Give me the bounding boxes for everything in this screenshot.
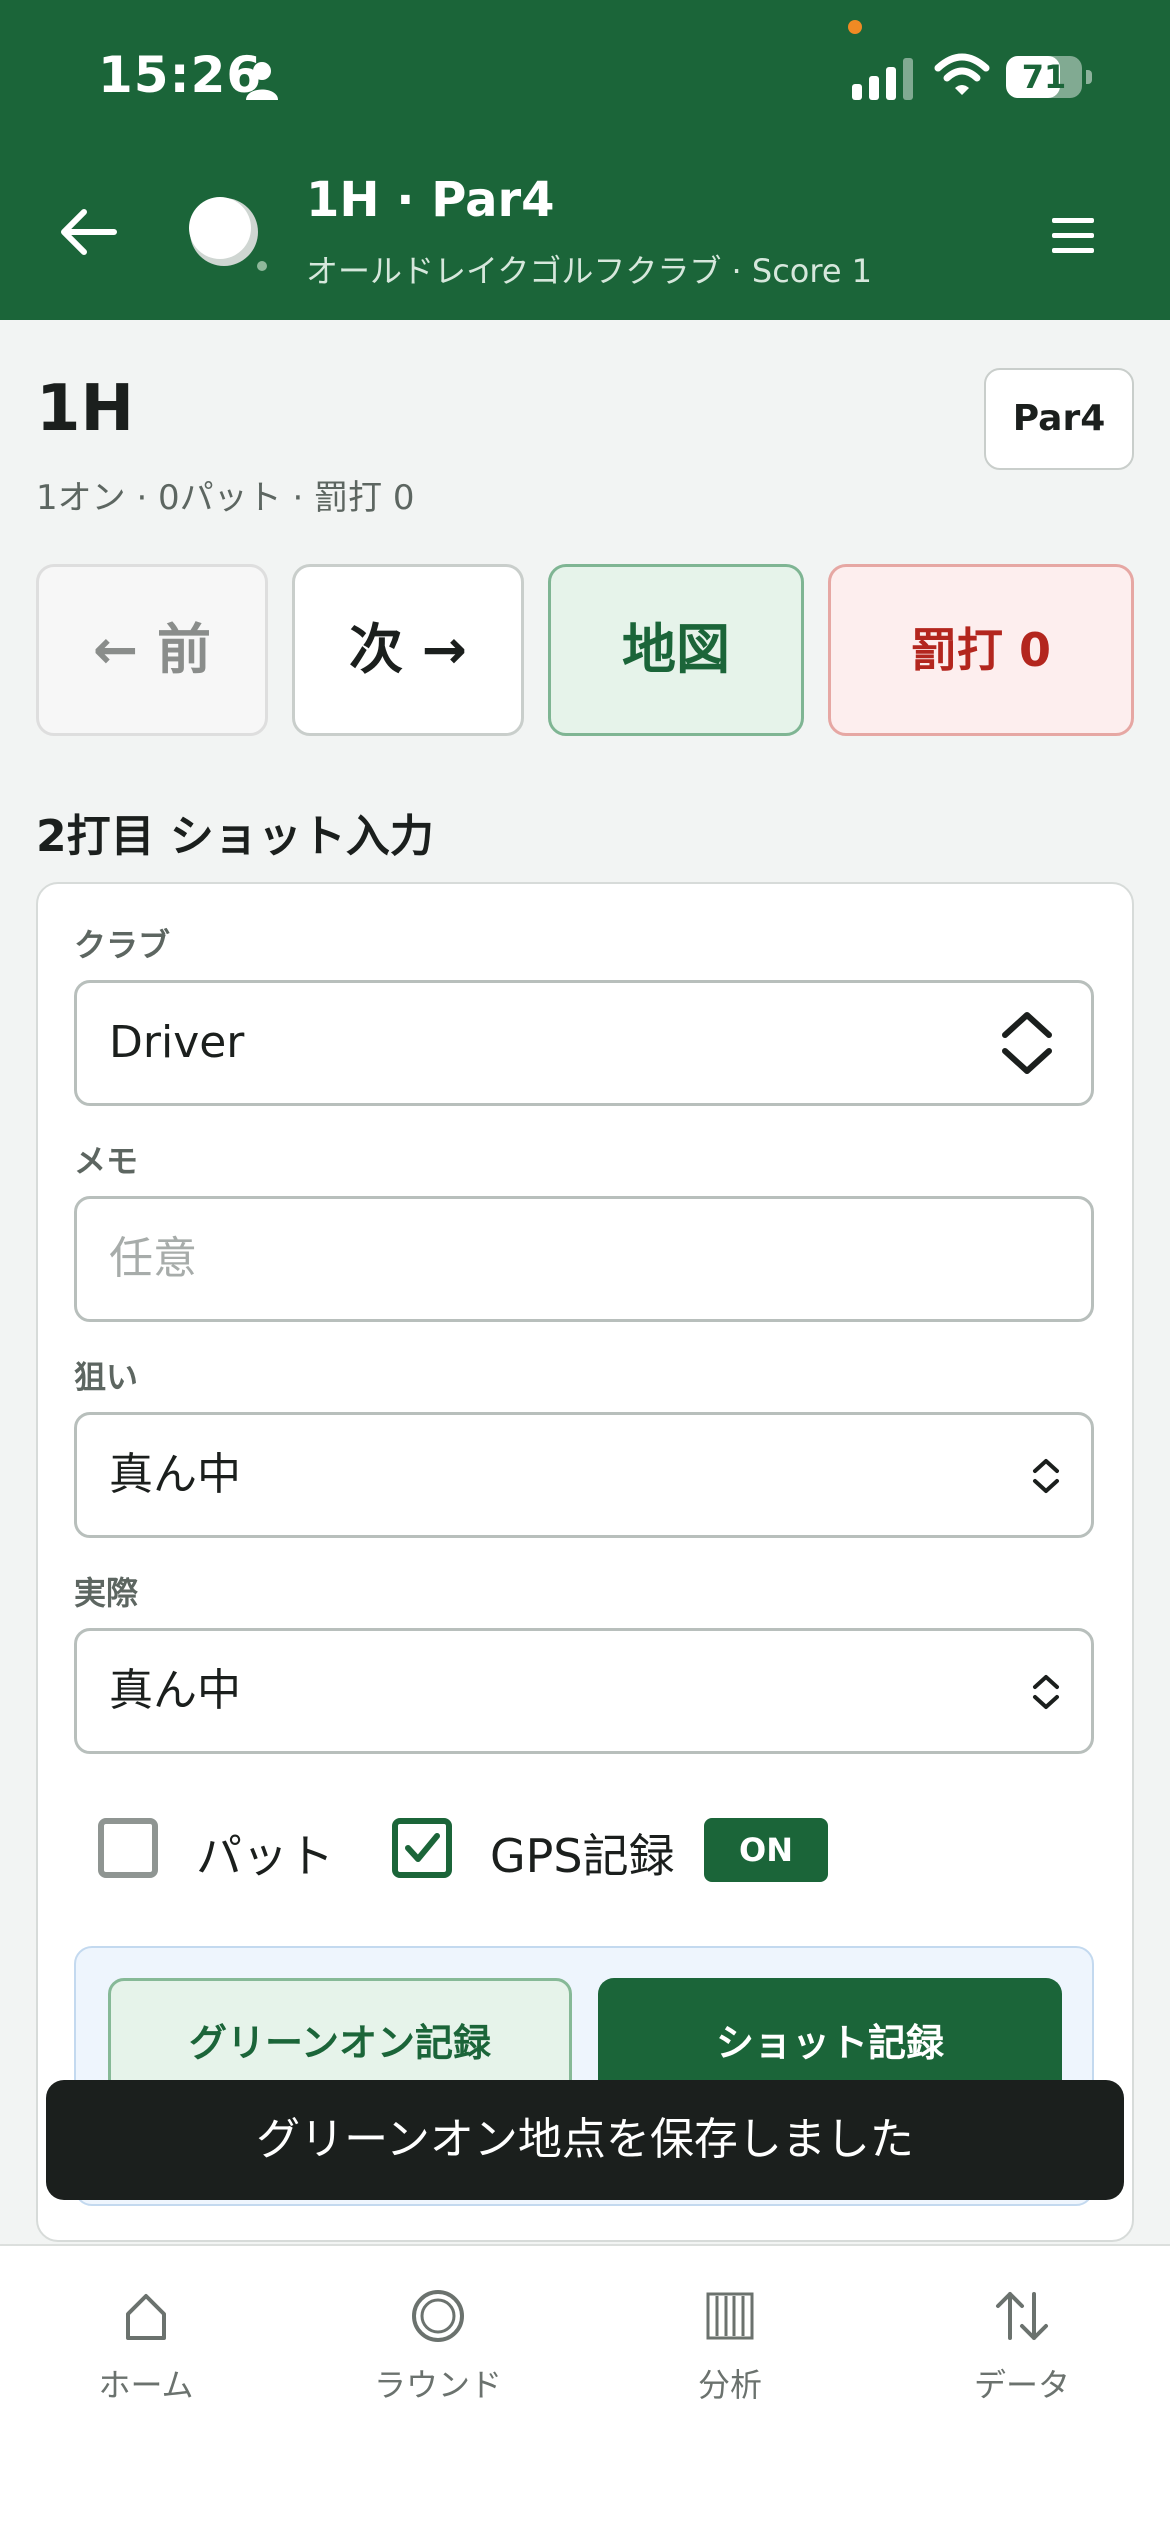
- header-title: 1H · Par4: [306, 172, 555, 228]
- aim-select-value: 真ん中: [109, 1449, 241, 1500]
- tab-data[interactable]: データ: [876, 2246, 1168, 2446]
- actual-select[interactable]: 真ん中: [74, 1628, 1094, 1754]
- status-time: 15:26: [98, 46, 263, 104]
- map-button[interactable]: 地図: [548, 564, 804, 736]
- golf-ball-icon: [189, 197, 267, 271]
- battery-indicator: 71: [1006, 56, 1092, 98]
- tab-home[interactable]: ホーム: [0, 2246, 292, 2446]
- bottom-tab-bar: ホーム ラウンド 分析 データ: [0, 2244, 1170, 2532]
- status-bar: 15:26 71: [0, 0, 1170, 150]
- club-label: クラブ: [74, 926, 171, 964]
- tab-round[interactable]: ラウンド: [292, 2246, 584, 2446]
- club-select[interactable]: Driver: [74, 980, 1094, 1106]
- memo-label: メモ: [74, 1142, 139, 1180]
- hole-title: 1H: [36, 372, 135, 446]
- tab-home-label: ホーム: [98, 2366, 194, 2404]
- club-select-value: Driver: [109, 1017, 245, 1068]
- tab-data-label: データ: [973, 2366, 1070, 2404]
- tab-analysis[interactable]: 分析: [584, 2246, 876, 2446]
- hole-summary: 1オン · 0パット · 罰打 0: [36, 478, 415, 518]
- person-icon: [246, 62, 278, 100]
- next-hole-button[interactable]: 次 →: [292, 564, 524, 736]
- memo-input[interactable]: 任意: [74, 1196, 1094, 1322]
- memo-placeholder: 任意: [109, 1233, 197, 1284]
- camera-indicator-dot: [848, 20, 862, 34]
- hamburger-menu-icon[interactable]: [1050, 216, 1096, 256]
- par-badge: Par4: [984, 368, 1134, 470]
- data-sort-icon: [996, 2292, 1048, 2340]
- gps-checkbox[interactable]: [392, 1818, 452, 1878]
- checkmark-icon: [405, 1833, 440, 1862]
- aim-select[interactable]: 真ん中: [74, 1412, 1094, 1538]
- wifi-icon: [934, 53, 990, 95]
- battery-body: 71: [1006, 56, 1082, 98]
- tab-analysis-label: 分析: [697, 2366, 762, 2404]
- battery-percent: 71: [1021, 58, 1067, 96]
- chevron-up-down-icon: [1033, 1459, 1059, 1493]
- shot-input-section-title: 2打目 ショット入力: [36, 811, 434, 862]
- header-subtitle: オールドレイクゴルフクラブ · Score 1: [306, 252, 873, 290]
- putt-checkbox-label: パット: [196, 1829, 334, 1883]
- round-icon: [412, 2290, 464, 2342]
- app-header: 15:26 71 1H · Par4 オールドレイクゴルフクラブ · Score…: [0, 0, 1170, 320]
- aim-label: 狙い: [74, 1358, 139, 1396]
- putt-checkbox[interactable]: [98, 1818, 158, 1878]
- tab-round-label: ラウンド: [373, 2366, 502, 2404]
- toast-notification: グリーンオン地点を保存しました: [46, 2080, 1124, 2200]
- penalty-button[interactable]: 罰打 0: [828, 564, 1134, 736]
- home-icon: [126, 2294, 166, 2340]
- cellular-signal-icon: [852, 58, 913, 100]
- chevron-up-down-icon: [1002, 1012, 1052, 1074]
- back-arrow-icon[interactable]: [56, 200, 120, 264]
- previous-hole-button[interactable]: ← 前: [36, 564, 268, 736]
- analysis-icon: [706, 2292, 754, 2340]
- chevron-up-down-icon: [1033, 1675, 1059, 1709]
- battery-cap: [1086, 70, 1092, 84]
- actual-select-value: 真ん中: [109, 1665, 241, 1716]
- gps-on-badge: ON: [704, 1818, 828, 1882]
- actual-label: 実際: [74, 1574, 139, 1612]
- gps-checkbox-label: GPS記録: [490, 1829, 675, 1883]
